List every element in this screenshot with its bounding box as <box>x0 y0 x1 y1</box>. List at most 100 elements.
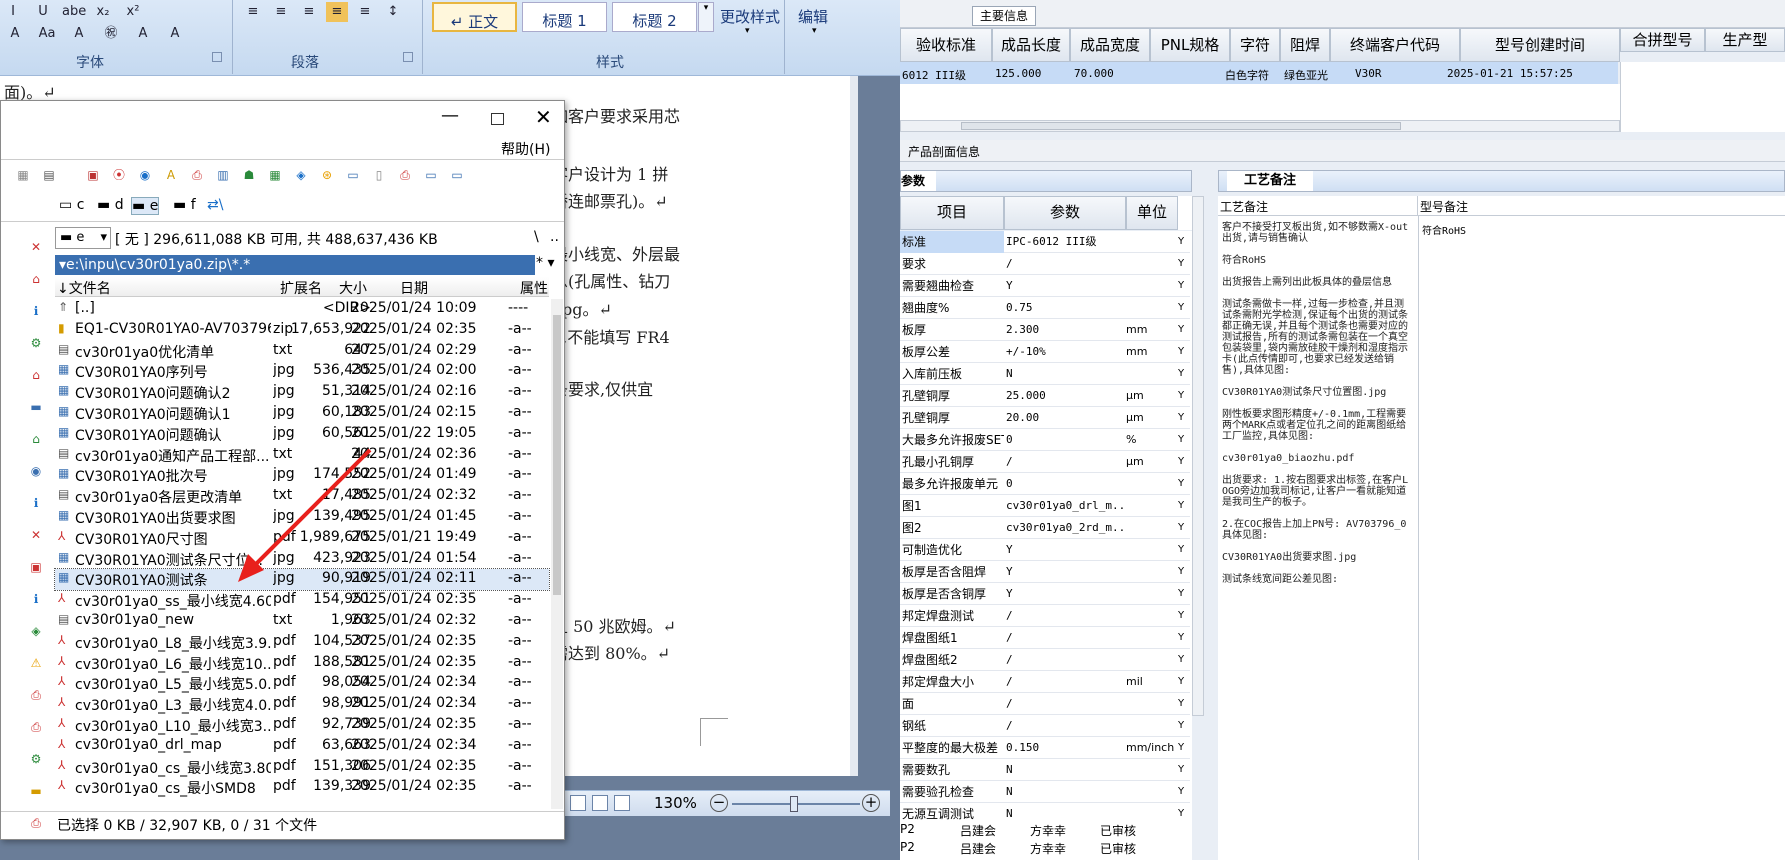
table-header[interactable]: 字符 <box>1230 28 1280 62</box>
paragraph-align-button[interactable]: ≡ <box>326 2 348 22</box>
param-row[interactable]: 孔壁铜厚 20.00 µm Y <box>900 407 1190 429</box>
file-row[interactable]: ▤ cv30r01ya0优化清单 txt 647 2025/01/24 02:29 -a-… <box>55 341 549 362</box>
toolbar-tool-icon[interactable]: ▦ <box>15 167 31 183</box>
paragraph-dialog-launcher-icon[interactable] <box>403 52 413 62</box>
file-row[interactable]: ⅄ cv30r01ya0_L6_最小线宽10... pdf 188,581 2025/0… <box>55 653 549 674</box>
toolbar-tool-icon[interactable]: ▤ <box>41 167 57 183</box>
col-date[interactable]: 日期 <box>400 278 428 298</box>
zoom-level[interactable]: 130% <box>654 794 697 812</box>
tab-process-notes[interactable]: 工艺备注 <box>1227 171 1313 191</box>
side-tool-icon[interactable]: ⌂ <box>28 367 44 383</box>
toolbar-tool-icon[interactable]: ⦿ <box>111 167 127 183</box>
font-format-button[interactable]: Aa <box>36 24 58 44</box>
param-row[interactable]: 板厚是否含阻焊 Y Y <box>900 561 1190 583</box>
drive-e[interactable]: ▬ e <box>131 197 160 215</box>
side-tool-icon[interactable]: ✕ <box>28 527 44 543</box>
side-tool-icon[interactable]: ℹ <box>28 495 44 511</box>
table-header[interactable]: 阻焊 <box>1280 28 1330 62</box>
table-header[interactable]: 型号创建时间 <box>1460 28 1620 62</box>
col-size[interactable]: 大小 <box>339 278 367 298</box>
table-header[interactable]: 成品长度 <box>992 28 1070 62</box>
file-row[interactable]: ▦ CV30R01YA0序列号 jpg 536,435 2025/01/24 02:00… <box>55 361 549 382</box>
side-tool-icon[interactable]: ⌂ <box>28 271 44 287</box>
param-row[interactable]: 翘曲度% 0.75 Y <box>900 297 1190 319</box>
col-name[interactable]: ↓文件名 <box>57 278 111 298</box>
param-row[interactable]: 邦定焊盘测试 / Y <box>900 605 1190 627</box>
path-filter[interactable]: * ▾ <box>536 255 554 271</box>
zoom-slider-thumb[interactable] <box>790 796 798 812</box>
style-heading-1[interactable]: 标题 1 <box>522 2 607 32</box>
file-row[interactable]: ⅄ cv30r01ya0_L10_最小线宽3... pdf 92,739 2025/01… <box>55 715 549 736</box>
side-tool-icon[interactable]: ⚠ <box>28 655 44 671</box>
table-header[interactable]: 合拼型号 <box>1620 28 1705 52</box>
tab-main-info[interactable]: 主要信息 <box>972 6 1036 26</box>
tab-params[interactable]: 参数 <box>901 171 936 191</box>
toolbar-tool-icon[interactable]: ▭ <box>345 167 361 183</box>
styles-scroll-icon[interactable]: ▾ <box>698 2 714 32</box>
toolbar-tool-icon[interactable]: ▭ <box>449 167 465 183</box>
drive-c[interactable]: ▭ c <box>59 197 84 213</box>
file-row[interactable]: ⇑ [..] <DIR> 2025/01/24 10:09 ---- <box>55 299 549 320</box>
file-row[interactable]: ⅄ cv30r01ya0_L3_最小线宽4.0... pdf 98,991 2025/0… <box>55 694 549 715</box>
side-tool-icon[interactable]: ▬ <box>28 399 44 415</box>
table-header[interactable]: PNL规格 <box>1150 28 1230 62</box>
param-row[interactable]: 板厚 2.300 mm Y <box>900 319 1190 341</box>
view-layout-icon[interactable] <box>592 795 608 811</box>
style-normal[interactable]: ↵ 正文 <box>432 2 517 32</box>
file-row[interactable]: ⅄ cv30r01ya0_ss_最小线宽4.600 pdf 154,951 2025/0… <box>55 590 549 611</box>
file-row[interactable]: ⅄ cv30r01ya0_L8_最小线宽3.9... pdf 104,537 2025/… <box>55 632 549 653</box>
font-format-button[interactable]: A <box>68 24 90 44</box>
file-row[interactable]: ⅄ cv30r01ya0_cs_最小线宽3.800 pdf 151,306 2025/0… <box>55 757 549 778</box>
param-row[interactable]: 可制造优化 Y Y <box>900 539 1190 561</box>
side-tool-icon[interactable]: ⎙ <box>28 719 44 735</box>
table-header[interactable]: 验收标准 <box>900 28 992 62</box>
font-format-button[interactable]: A <box>132 24 154 44</box>
side-tool-icon[interactable]: ◉ <box>28 463 44 479</box>
change-styles-button[interactable]: 更改样式 <box>720 6 780 27</box>
side-tool-icon[interactable]: ▬ <box>28 783 44 799</box>
param-row[interactable]: 需要翘曲检查 Y Y <box>900 275 1190 297</box>
paragraph-align-button[interactable]: ≡ <box>354 2 376 22</box>
file-row[interactable]: ⅄ cv30r01ya0_cs_最小SMD8 pdf 139,339 2025/01/2… <box>55 777 549 798</box>
side-tool-icon[interactable]: ▣ <box>28 559 44 575</box>
param-row[interactable]: 孔壁铜厚 25.000 µm Y <box>900 385 1190 407</box>
file-row[interactable]: ▤ cv30r01ya0_new txt 1,963 2025/01/24 02:32-… <box>55 611 549 632</box>
toolbar-tool-icon[interactable]: ◈ <box>293 167 309 183</box>
param-row[interactable]: 图1 cv30r01ya0_drl_m... Y <box>900 495 1190 517</box>
style-heading-2[interactable]: 标题 2 <box>612 2 697 32</box>
toolbar-tool-icon[interactable]: ▣ <box>85 167 101 183</box>
side-tool-icon[interactable]: ◈ <box>28 623 44 639</box>
drive-f[interactable]: ▬ f <box>173 197 196 213</box>
param-row[interactable]: 板厚是否含铜厚 Y Y <box>900 583 1190 605</box>
zoom-in-icon[interactable]: + <box>862 794 880 812</box>
zoom-out-icon[interactable]: − <box>710 794 728 812</box>
font-format-button[interactable]: A <box>164 24 186 44</box>
toolbar-tool-icon[interactable]: A <box>163 167 179 183</box>
table-row[interactable]: 6012 III级 125.000 70.000 白色字符 绿色亚光 V30R … <box>900 62 1618 84</box>
param-row[interactable]: 图2 cv30r01ya0_2rd_m... Y <box>900 517 1190 539</box>
side-tool-icon[interactable]: ℹ <box>28 591 44 607</box>
scrollbar-thumb[interactable] <box>961 122 1401 130</box>
scrollbar-thumb[interactable] <box>553 315 561 595</box>
paragraph-align-button[interactable]: ≡ <box>242 2 264 22</box>
toolbar-tool-icon[interactable]: ▯ <box>371 167 387 183</box>
parent-button[interactable]: .. <box>550 229 559 245</box>
maximize-icon[interactable] <box>491 113 504 125</box>
font-format-button[interactable]: x² <box>122 2 144 22</box>
paragraph-align-button[interactable]: ≡ <box>270 2 292 22</box>
side-tool-icon[interactable]: ⚙ <box>28 751 44 767</box>
font-format-button[interactable]: U <box>32 2 54 22</box>
toolbar-tool-icon[interactable]: ◉ <box>137 167 153 183</box>
close-icon[interactable]: ✕ <box>535 105 552 129</box>
param-row[interactable]: 焊盘图纸2 / Y <box>900 649 1190 671</box>
file-row[interactable]: ⅄ cv30r01ya0_L5_最小线宽5.0... pdf 98,054 2025/0… <box>55 673 549 694</box>
font-format-button[interactable]: x₂ <box>92 2 114 22</box>
font-format-button[interactable]: I <box>2 2 24 22</box>
param-row[interactable]: 板厚公差 +/-10% mm Y <box>900 341 1190 363</box>
help-menu[interactable]: 帮助(H) <box>501 139 550 159</box>
param-row[interactable]: 要求 / Y <box>900 253 1190 275</box>
toolbar-tool-icon[interactable]: ▦ <box>267 167 283 183</box>
font-dialog-launcher-icon[interactable] <box>212 52 222 62</box>
file-row[interactable]: ⅄ cv30r01ya0_drl_map pdf 63,663 2025/01/24 0… <box>55 736 549 757</box>
view-layout-icon[interactable] <box>614 795 630 811</box>
